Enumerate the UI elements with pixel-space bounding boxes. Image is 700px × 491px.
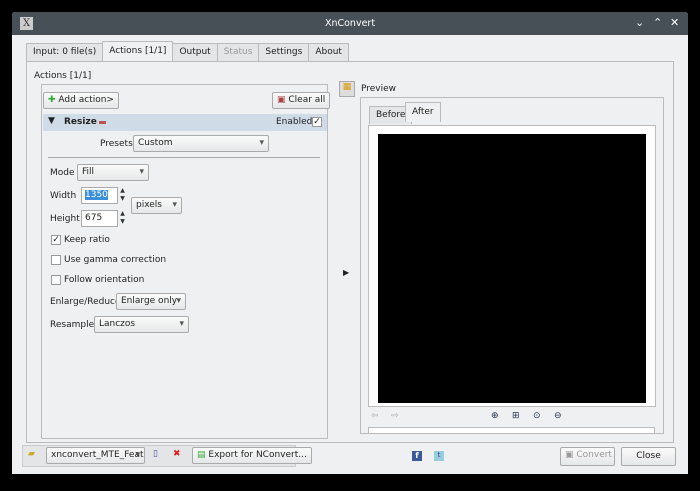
unit-select[interactable]: pixels bbox=[131, 197, 182, 214]
enabled-label: Enabled bbox=[276, 117, 312, 127]
maximize-icon[interactable]: ⌃ bbox=[653, 16, 662, 29]
collapse-icon[interactable]: ▼ bbox=[48, 116, 55, 126]
tab-output[interactable]: Output bbox=[172, 43, 217, 61]
save-icon[interactable]: ▯ bbox=[153, 449, 158, 459]
preview-toggle-button[interactable]: ▦ bbox=[339, 81, 355, 97]
follow-orientation-checkbox[interactable] bbox=[51, 275, 61, 285]
add-action-label: Add action> bbox=[58, 95, 114, 105]
actions-pane: Actions [1/1] ✚ Add action> ▣ Clear all … bbox=[26, 61, 674, 443]
actions-list: ✚ Add action> ▣ Clear all ▼ Resize Enabl… bbox=[41, 84, 328, 439]
preview-title: Preview bbox=[361, 84, 396, 94]
xnconvert-window: X XnConvert ⌄ ⌃ ✕ Input: 0 file(s) Actio… bbox=[12, 12, 688, 474]
enabled-checkbox[interactable]: ✓ bbox=[312, 117, 322, 127]
close-button[interactable]: Close bbox=[621, 447, 676, 466]
close-window-icon[interactable]: ✕ bbox=[670, 16, 679, 29]
width-input[interactable]: 1350 bbox=[81, 187, 118, 204]
zoom-icon[interactable]: ⊙ bbox=[533, 411, 541, 421]
open-folder-icon[interactable]: ▰ bbox=[28, 449, 35, 459]
next-icon[interactable]: ⇨ bbox=[391, 411, 399, 421]
facebook-icon[interactable]: f bbox=[412, 451, 422, 461]
preset-select[interactable]: xnconvert_MTE_Feat bbox=[46, 447, 145, 464]
height-spinner[interactable]: ▲▼ bbox=[118, 210, 127, 227]
add-action-button[interactable]: ✚ Add action> bbox=[43, 92, 119, 109]
resize-title: Resize bbox=[64, 117, 97, 127]
mode-select[interactable]: Fill bbox=[77, 164, 149, 181]
enlarge-label: Enlarge/Reduce bbox=[50, 297, 121, 307]
clear-icon: ▣ bbox=[277, 95, 286, 105]
prev-icon[interactable]: ⇦ bbox=[371, 411, 379, 421]
fit-icon[interactable]: ⊞ bbox=[512, 411, 520, 421]
window-title: XnConvert bbox=[12, 18, 688, 29]
height-label: Height bbox=[50, 214, 80, 224]
gamma-label: Use gamma correction bbox=[64, 255, 166, 265]
tab-about[interactable]: About bbox=[308, 43, 349, 61]
export-label: Export for NConvert... bbox=[208, 450, 306, 460]
title-bar: X XnConvert ⌄ ⌃ ✕ bbox=[12, 12, 688, 35]
tab-input[interactable]: Input: 0 file(s) bbox=[26, 43, 103, 61]
keep-ratio-checkbox[interactable]: ✓ bbox=[51, 235, 61, 245]
tab-status: Status bbox=[217, 43, 260, 61]
tab-actions[interactable]: Actions [1/1] bbox=[102, 41, 173, 61]
twitter-icon[interactable]: t bbox=[434, 451, 444, 461]
minimize-icon[interactable]: ⌄ bbox=[635, 16, 644, 29]
follow-orientation-label: Follow orientation bbox=[64, 275, 144, 285]
width-value: 1350 bbox=[85, 190, 108, 200]
preview-image bbox=[378, 134, 646, 403]
keep-ratio-label: Keep ratio bbox=[64, 235, 110, 245]
toggle-preview-arrow-icon[interactable]: ▶ bbox=[343, 268, 349, 277]
presets-select[interactable]: Custom bbox=[133, 135, 269, 152]
delete-icon[interactable]: ✖ bbox=[173, 449, 181, 459]
resize-header[interactable]: ▼ Resize Enabled ✓ bbox=[43, 114, 327, 131]
presets-label: Presets bbox=[100, 139, 133, 149]
convert-label: Convert bbox=[576, 450, 612, 460]
export-nconvert-button[interactable]: ▤ Export for NConvert... bbox=[192, 447, 312, 464]
actions-heading: Actions [1/1] bbox=[34, 71, 91, 81]
preview-panel: Before After ⇦ ⇨ ⊕ ⊞ ⊙ ⊖ bbox=[360, 97, 664, 434]
export-icon: ▤ bbox=[197, 450, 206, 460]
remove-action-icon[interactable] bbox=[99, 121, 106, 124]
width-spinner[interactable]: ▲▼ bbox=[118, 187, 127, 204]
preview-frame bbox=[368, 125, 656, 407]
height-input[interactable]: 675 bbox=[81, 210, 118, 227]
enlarge-select[interactable]: Enlarge only bbox=[116, 293, 186, 310]
clear-all-button[interactable]: ▣ Clear all bbox=[272, 92, 330, 109]
gamma-checkbox[interactable] bbox=[51, 255, 61, 265]
preview-scrollbar[interactable] bbox=[368, 427, 655, 434]
divider bbox=[48, 157, 320, 158]
main-tabs: Input: 0 file(s) Actions [1/1] Output St… bbox=[26, 43, 348, 61]
resample-select[interactable]: Lanczos bbox=[94, 316, 189, 333]
zoom-in-icon[interactable]: ⊕ bbox=[491, 411, 499, 421]
tab-settings[interactable]: Settings bbox=[258, 43, 309, 61]
mode-label: Mode bbox=[50, 168, 75, 178]
width-label: Width bbox=[50, 191, 76, 201]
convert-button: ▣ Convert bbox=[560, 447, 615, 466]
zoom-out-icon[interactable]: ⊖ bbox=[554, 411, 562, 421]
add-icon: ✚ bbox=[48, 95, 56, 105]
clear-all-label: Clear all bbox=[288, 95, 325, 105]
tab-after[interactable]: After bbox=[405, 102, 441, 122]
resample-label: Resample bbox=[50, 320, 94, 330]
